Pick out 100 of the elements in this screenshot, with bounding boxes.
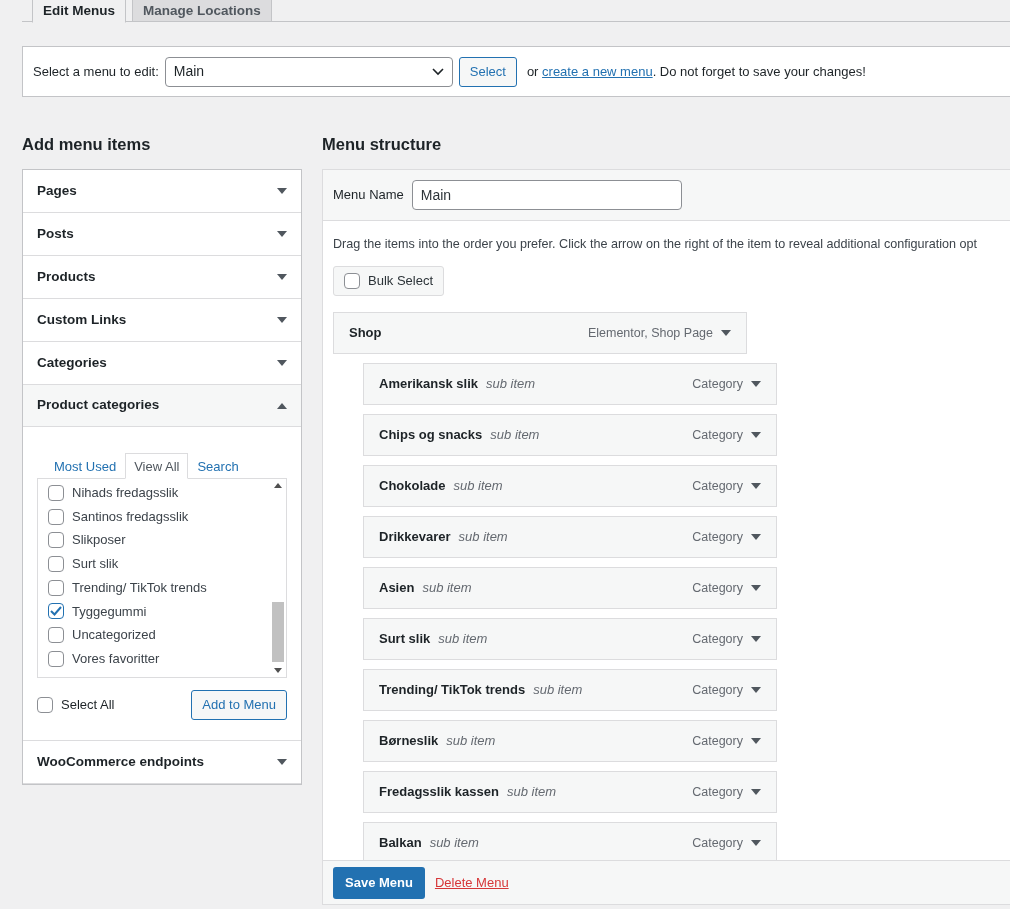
checkbox-label: Tyggegummi	[72, 602, 147, 621]
tab[interactable]: View All	[125, 453, 189, 479]
expand-arrow-icon[interactable]	[751, 686, 761, 693]
field-label: Menu Name	[333, 186, 404, 205]
checkbox-label: Nihads fredagsslik	[72, 484, 179, 503]
menu-item-bar[interactable]: Balkan sub item Category	[363, 821, 777, 860]
checkbox[interactable]	[48, 579, 64, 596]
expand-arrow-icon[interactable]	[751, 431, 761, 438]
checkbox-label: Slikposer	[72, 531, 126, 550]
expand-arrow-icon[interactable]	[751, 635, 761, 642]
checkbox[interactable]	[48, 508, 64, 525]
scroll-up-arrow-icon[interactable]	[274, 483, 282, 488]
checkbox[interactable]	[48, 484, 64, 501]
menu-item-type: Category	[692, 528, 743, 546]
expand-arrow-icon[interactable]	[277, 759, 287, 765]
expand-arrow-icon[interactable]	[751, 839, 761, 846]
expand-arrow-icon[interactable]	[277, 360, 287, 366]
checkbox-label: Vores favoritter	[72, 649, 160, 668]
menu-item-bar[interactable]: Chips og snacks sub item Category	[363, 413, 777, 456]
menu-item-bar[interactable]: Surt slik sub item Category	[363, 617, 777, 660]
field-label: Select a menu to edit:	[33, 62, 159, 81]
menu-item-bar[interactable]: Børneslik sub item Category	[363, 719, 777, 762]
expand-arrow-icon[interactable]	[721, 329, 731, 336]
expand-arrow-icon[interactable]	[277, 317, 287, 323]
expand-arrow-icon[interactable]	[277, 188, 287, 194]
menu-item-type: Category	[692, 783, 743, 801]
menu-name-field[interactable]: Main	[411, 180, 682, 210]
checkbox[interactable]	[37, 697, 53, 713]
expand-arrow-icon[interactable]	[751, 380, 761, 387]
checkbox-label: Trending/ TikTok trends	[72, 578, 207, 597]
menu-item-title: Fredagsslik kassen	[379, 783, 499, 802]
menu-item-title: Asien	[379, 579, 415, 598]
checkbox-label: Surt slik	[72, 555, 119, 574]
menu-item-note: sub item	[438, 630, 488, 649]
instructions-text: Drag the items into the order you prefer. Click the arrow on the right of the item to reveal additional configuration opt	[333, 236, 979, 253]
checkbox[interactable]	[48, 650, 64, 667]
bulk-select-button[interactable]: Bulk Select	[333, 265, 445, 296]
expand-arrow-icon[interactable]	[277, 231, 287, 237]
menu-item-title: Amerikansk slik	[379, 375, 478, 394]
collapse-arrow-icon[interactable]	[277, 402, 287, 409]
menu-dropdown[interactable]: Main	[164, 56, 453, 87]
checkbox[interactable]	[48, 555, 64, 572]
tab[interactable]: Manage Locations	[132, 0, 272, 22]
menu-item-bar[interactable]: Amerikansk slik sub item Category	[363, 362, 777, 405]
checkbox-label: Uncategorized	[72, 626, 156, 645]
menu-item-type: Category	[692, 477, 743, 495]
delete-menu-link[interactable]: Delete Menu	[434, 872, 509, 893]
menu-item-title: Surt slik	[379, 630, 431, 649]
expand-arrow-icon[interactable]	[751, 737, 761, 744]
menu-item-bar[interactable]: Chokolade sub item Category	[363, 464, 777, 507]
menu-item-note: sub item	[486, 375, 536, 394]
select-button[interactable]: Select	[458, 56, 517, 87]
add-to-menu-button[interactable]: Add to Menu	[191, 690, 287, 720]
menu-item-title: Trending/ TikTok trends	[379, 681, 526, 700]
checkbox[interactable]	[48, 532, 64, 549]
checkbox[interactable]	[48, 603, 64, 620]
expand-arrow-icon[interactable]	[751, 584, 761, 591]
menu-item-note: sub item	[533, 681, 583, 700]
menu-item-title: Drikkevarer	[379, 528, 451, 547]
create-menu-link[interactable]: create a new menu	[542, 63, 653, 79]
menu-item-note: sub item	[458, 528, 508, 547]
expand-arrow-icon[interactable]	[751, 482, 761, 489]
tab[interactable]: Search	[188, 453, 248, 479]
menu-item-type: Category	[692, 426, 743, 444]
menu-item-bar[interactable]: Fredagsslik kassen sub item Category	[363, 770, 777, 813]
expand-arrow-icon[interactable]	[751, 788, 761, 795]
menu-item-bar[interactable]: Asien sub item Category	[363, 566, 777, 609]
menu-item-title: Chips og snacks	[379, 426, 483, 445]
save-menu-button[interactable]: Save Menu	[333, 866, 425, 899]
menu-item-title: Chokolade	[379, 477, 446, 496]
checkbox-label: Select All	[61, 696, 115, 715]
menu-item-title: Shop	[349, 324, 382, 343]
expand-arrow-icon[interactable]	[277, 274, 287, 280]
checkbox[interactable]	[48, 626, 64, 643]
scrollbar-thumb[interactable]	[272, 602, 284, 662]
help-text: or create a new menu. Do not forget to save your changes!	[526, 62, 866, 81]
tab[interactable]: Edit Menus	[32, 0, 126, 23]
menu-item-type: Category	[692, 681, 743, 699]
menu-item-bar[interactable]: Shop Elementor, Shop Page	[333, 311, 747, 354]
section-title: Menu structure	[322, 135, 443, 155]
menu-item-title: Balkan	[379, 834, 422, 853]
tab[interactable]: Most Used	[45, 453, 126, 479]
menu-item-bar[interactable]: Drikkevarer sub item Category	[363, 515, 777, 558]
scroll-down-arrow-icon[interactable]	[274, 668, 282, 673]
menu-item-bar[interactable]: Trending/ TikTok trends sub item Category	[363, 668, 777, 711]
menu-item-note: sub item	[490, 426, 540, 445]
menu-item-type: Category	[692, 834, 743, 852]
chevron-down-icon	[431, 67, 444, 76]
menu-item-type: Category	[692, 375, 743, 393]
menu-item-title: Børneslik	[379, 732, 439, 751]
expand-arrow-icon[interactable]	[751, 533, 761, 540]
menu-item-note: sub item	[446, 732, 496, 751]
menu-item-type: Elementor, Shop Page	[587, 324, 713, 342]
menu-item-note: sub item	[453, 477, 503, 496]
menu-item-type: Category	[692, 732, 743, 750]
menu-item-note: sub item	[429, 834, 479, 853]
accordion-header[interactable]: Product categories	[23, 385, 301, 427]
section-title: Add menu items	[22, 135, 152, 155]
checkbox-label: Santinos fredagsslik	[72, 507, 189, 526]
menu-item-note: sub item	[422, 579, 472, 598]
